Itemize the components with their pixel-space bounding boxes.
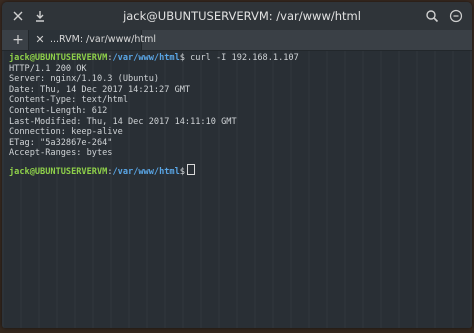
- output-line: Date: Thu, 14 Dec 2017 14:21:27 GMT: [9, 84, 191, 95]
- search-icon[interactable]: [425, 9, 439, 23]
- text-cursor: [186, 164, 195, 175]
- prompt-user: jack@UBUNTUSERVERVM: [9, 167, 108, 177]
- output-line: Connection: keep-alive: [9, 127, 123, 138]
- terminal-window[interactable]: jack@UBUNTUSERVERVM: /var/www/html + ✕ .…: [2, 2, 472, 328]
- output-line: Last-Modified: Thu, 14 Dec 2017 14:11:10…: [9, 116, 237, 127]
- terminal-output[interactable]: jack@UBUNTUSERVERVM:/var/www/html$ curl …: [2, 51, 472, 328]
- titlebar[interactable]: jack@UBUNTUSERVERVM: /var/www/html: [2, 2, 472, 30]
- new-tab-button[interactable]: +: [10, 32, 26, 48]
- output-line: Accept-Ranges: bytes: [9, 148, 113, 159]
- prompt-path: /var/www/html: [112, 167, 180, 177]
- tab-label: ...RVM: /var/www/html: [50, 34, 156, 45]
- prompt-path: /var/www/html: [112, 53, 180, 63]
- command-line: jack@UBUNTUSERVERVM:/var/www/html$ curl …: [9, 53, 299, 64]
- tab-terminal[interactable]: ✕ ...RVM: /var/www/html: [28, 30, 156, 50]
- tab-bar: + ✕ ...RVM: /var/www/html: [2, 30, 472, 51]
- desktop-background: jack@UBUNTUSERVERVM: /var/www/html + ✕ .…: [0, 0, 474, 333]
- close-icon[interactable]: [11, 9, 25, 23]
- tab-close-icon[interactable]: ✕: [34, 33, 46, 47]
- second-prompt-line: jack@UBUNTUSERVERVM:/var/www/html$: [9, 164, 195, 178]
- command-text: curl -I 192.168.1.107: [184, 53, 299, 63]
- prompt-user: jack@UBUNTUSERVERVM: [9, 53, 108, 63]
- window-title: jack@UBUNTUSERVERVM: /var/www/html: [123, 9, 361, 23]
- output-line: Content-Type: text/html: [9, 95, 128, 106]
- prompt-symbol: $: [179, 167, 185, 177]
- output-line: Server: nginx/1.10.3 (Ubuntu): [9, 74, 160, 85]
- output-line: Content-Length: 612: [9, 106, 108, 116]
- output-line: HTTP/1.1 200 OK: [9, 63, 87, 74]
- download-icon[interactable]: [33, 9, 47, 23]
- output-line: ETag: "5a32867e-264": [9, 137, 113, 148]
- menu-icon[interactable]: [449, 9, 463, 23]
